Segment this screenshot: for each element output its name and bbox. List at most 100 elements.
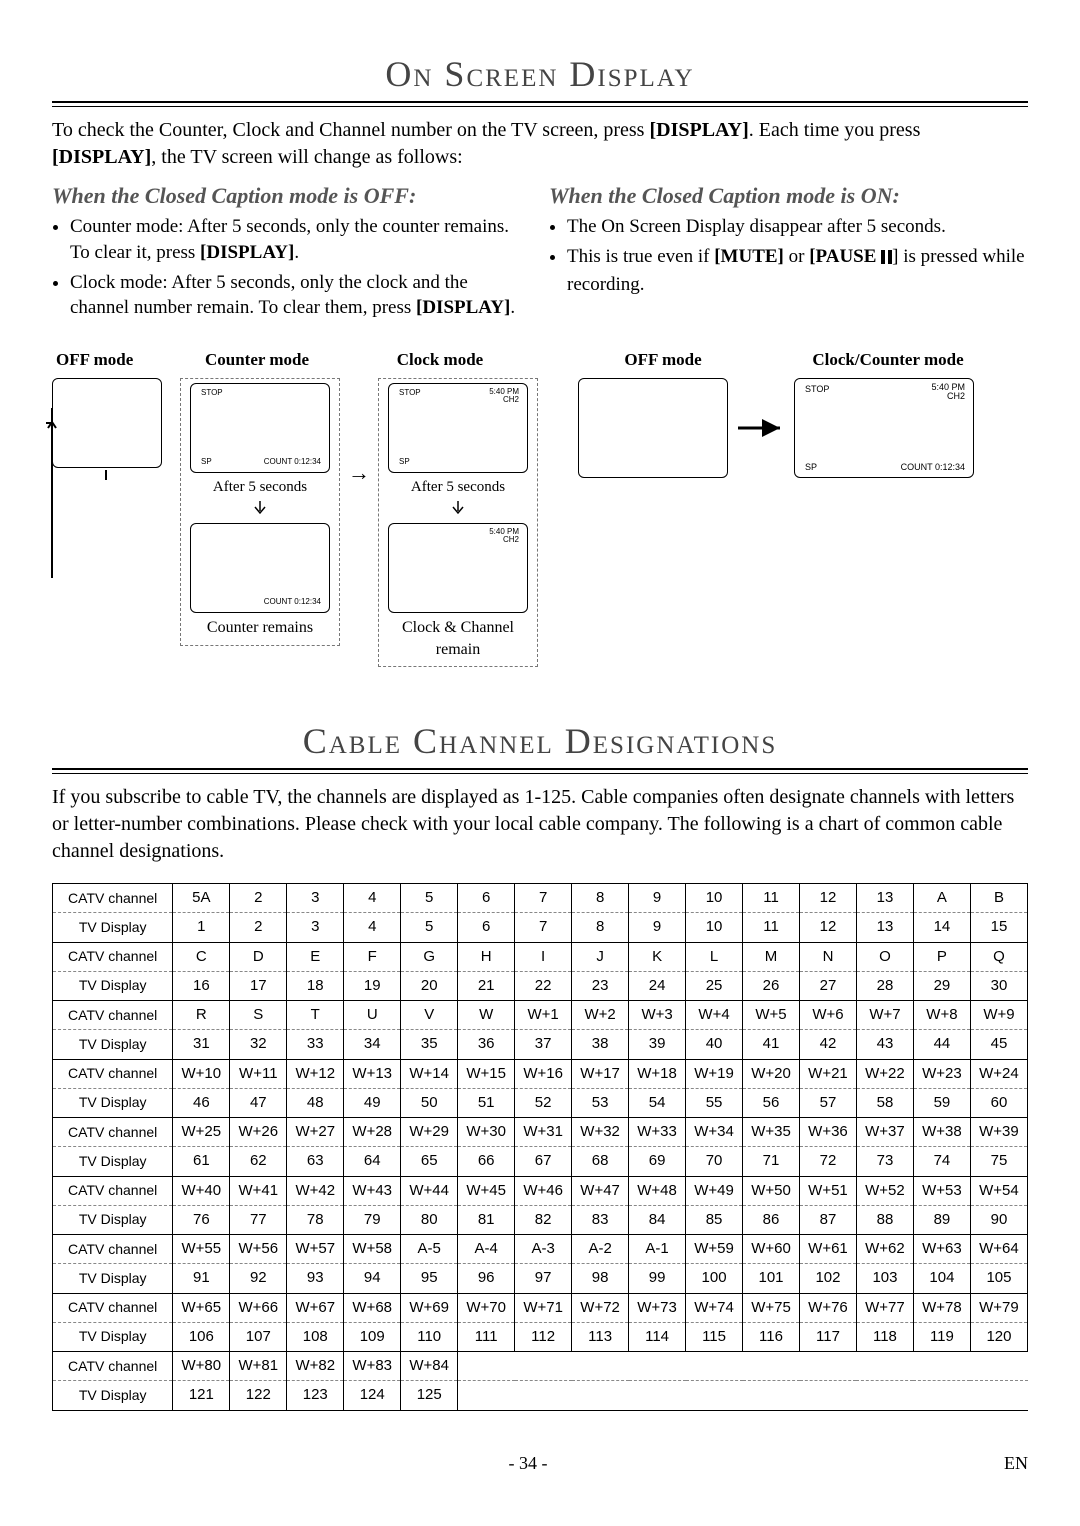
tv-cell: 33 [287,1030,344,1059]
catv-cell: G [401,942,458,971]
tv-cell: 99 [629,1264,686,1293]
tv-cell: 9 [629,913,686,942]
tv-cell: 121 [173,1381,230,1410]
catv-cell: W+18 [629,1059,686,1088]
catv-cell: W+30 [458,1118,515,1147]
tv-cell: 106 [173,1322,230,1351]
catv-cell: W+47 [572,1176,629,1205]
tv-counter-full: STOP SP COUNT 0:12:34 [190,383,330,473]
catv-cell: W+81 [230,1352,287,1381]
tv-cell: 83 [572,1205,629,1234]
tv-cell: 40 [686,1030,743,1059]
tv-cell: 42 [800,1030,857,1059]
catv-cell: W+48 [629,1176,686,1205]
tv-cell: 43 [856,1030,913,1059]
cc-on-heading: When the Closed Caption mode is ON: [549,181,1028,211]
cc-on-bullet-2: This is true even if [MUTE] or [PAUSE ] … [567,244,1028,297]
tv-cell: 100 [686,1264,743,1293]
tv-cell: 95 [401,1264,458,1293]
catv-cell: W+37 [856,1118,913,1147]
tv-cell: 5 [401,913,458,942]
tv-cell: 38 [572,1030,629,1059]
catv-cell: W+80 [173,1352,230,1381]
tv-cell: 74 [913,1147,970,1176]
catv-cell: E [287,942,344,971]
catv-cell: K [629,942,686,971]
tv-cell [686,1381,743,1410]
tv-cell: 13 [856,913,913,942]
catv-cell: W+29 [401,1118,458,1147]
osd-count: COUNT 0:12:34 [901,461,965,473]
tv-row-label: TV Display [53,1147,173,1176]
tv-cell: 27 [800,971,857,1000]
catv-cell [629,1352,686,1381]
tv-cell: 58 [856,1088,913,1117]
counter-remains-label: Counter remains [189,617,331,639]
catv-cell: W+2 [572,1001,629,1030]
catv-cell: W+9 [970,1001,1027,1030]
tv-row-label: TV Display [53,1381,173,1410]
tv-cell: 26 [743,971,800,1000]
text: . [294,242,299,263]
catv-cell: W+49 [686,1176,743,1205]
catv-cell: W+74 [686,1293,743,1322]
catv-cell: W+66 [230,1293,287,1322]
tv-cell: 52 [515,1088,572,1117]
catv-cell: W+54 [970,1176,1027,1205]
tv-cell: 107 [230,1322,287,1351]
tv-cell: 34 [344,1030,401,1059]
catv-cell [800,1352,857,1381]
catv-cell: W+51 [800,1176,857,1205]
catv-cell: W+56 [230,1235,287,1264]
catv-cell: W+6 [800,1001,857,1030]
catv-row-label: CATV channel [53,1118,173,1147]
catv-cell: W+19 [686,1059,743,1088]
cable-channel-table: CATV channel5A2345678910111213ABTV Displ… [52,883,1028,1411]
catv-cell [970,1352,1027,1381]
catv-cell: 13 [856,884,913,913]
tv-cell: 32 [230,1030,287,1059]
catv-cell: W+61 [800,1235,857,1264]
catv-cell: T [287,1001,344,1030]
catv-cell: W+63 [913,1235,970,1264]
text: Counter remains [207,619,313,636]
tv-cell: 120 [970,1322,1027,1351]
catv-cell: W+76 [800,1293,857,1322]
tv-cell: 31 [173,1030,230,1059]
catv-cell: W+42 [287,1176,344,1205]
catv-cell: A-4 [458,1235,515,1264]
catv-row-label: CATV channel [53,1293,173,1322]
tv-cell: 110 [401,1322,458,1351]
tv-cell: 24 [629,971,686,1000]
catv-cell: W+10 [173,1059,230,1088]
catv-cell: W [458,1001,515,1030]
osd-sp: SP [201,457,212,468]
tv-cell: 53 [572,1088,629,1117]
counter-mode-box: STOP SP COUNT 0:12:34 After 5 seconds CO… [180,378,340,646]
catv-cell: A-1 [629,1235,686,1264]
osd-time-ch: 5:40 PMCH2 [489,388,519,404]
tv-cell: 61 [173,1147,230,1176]
tv-cell: 41 [743,1030,800,1059]
catv-cell: W+77 [856,1293,913,1322]
clockchan-remain-label: Clock & Channel remain [387,617,529,660]
tv-row-label: TV Display [53,971,173,1000]
tv-cell: 21 [458,971,515,1000]
catv-cell: L [686,942,743,971]
text: or [784,246,809,267]
down-arrow-icon [250,501,270,517]
tv-cell: 101 [743,1264,800,1293]
tv-cell: 84 [629,1205,686,1234]
tv-cell: 77 [230,1205,287,1234]
tv-cell: 116 [743,1322,800,1351]
tv-cell: 98 [572,1264,629,1293]
catv-cell: W+83 [344,1352,401,1381]
catv-cell: W+36 [800,1118,857,1147]
catv-cell: W+72 [572,1293,629,1322]
cable-intro: If you subscribe to cable TV, the channe… [52,784,1028,865]
tv-cell: 113 [572,1322,629,1351]
text: . Each time you press [749,119,921,141]
text: Clock mode: After 5 seconds, only the cl… [70,272,468,319]
tv-cell: 91 [173,1264,230,1293]
catv-cell: W+71 [515,1293,572,1322]
